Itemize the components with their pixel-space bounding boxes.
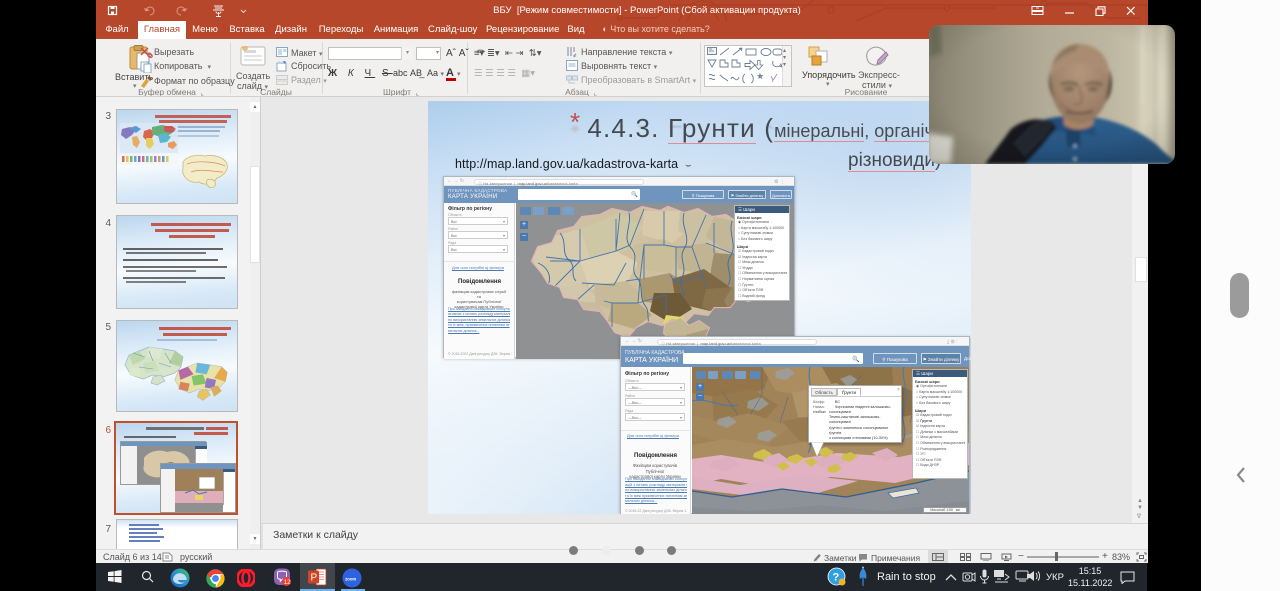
svg-text:zoom: zoom xyxy=(345,577,356,582)
svg-text:P: P xyxy=(311,573,318,584)
svg-text:12: 12 xyxy=(284,580,291,586)
svg-text:?: ? xyxy=(833,572,840,584)
